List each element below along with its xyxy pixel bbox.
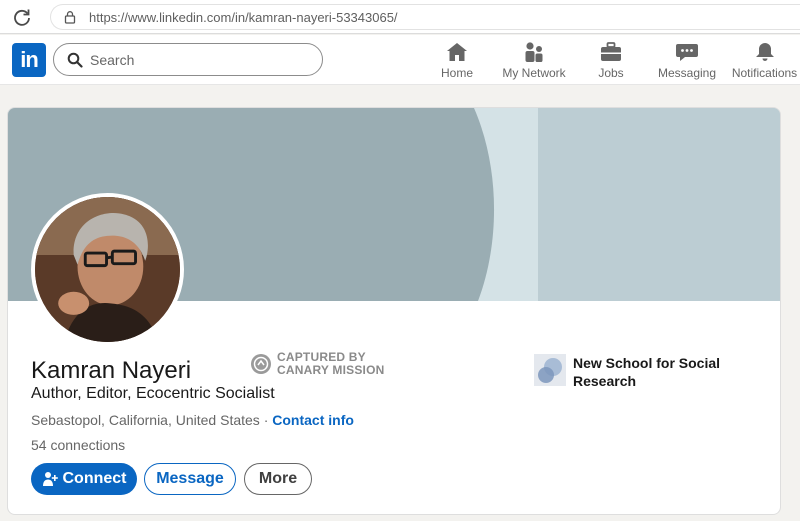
nav-notifications[interactable]: Notifications [729, 39, 800, 83]
search-icon [67, 52, 83, 68]
bell-icon [755, 43, 774, 61]
home-icon [447, 43, 467, 61]
url-text: https://www.linkedin.com/in/kamran-nayer… [89, 10, 398, 25]
lock-icon [64, 11, 76, 24]
contact-info-link[interactable]: Contact info [272, 412, 354, 428]
briefcase-icon [601, 42, 621, 61]
profile-photo-image [35, 197, 180, 342]
nav-my-network[interactable]: My Network [499, 39, 569, 83]
reload-icon[interactable] [12, 7, 32, 27]
messaging-icon [676, 44, 698, 61]
connect-label: Connect [62, 470, 127, 487]
nav-jobs[interactable]: Jobs [591, 39, 631, 83]
connections-count[interactable]: 54 connections [31, 437, 125, 453]
profile-headline: Author, Editor, Ecocentric Socialist [31, 385, 275, 402]
watermark-line-2: CANARY MISSION [277, 363, 385, 377]
nav-home[interactable]: Home [437, 39, 477, 83]
profile-location: Sebastopol, California, United States [31, 412, 260, 428]
separator: · [259, 412, 273, 428]
linkedin-nav: in Home My Network Jobs [0, 35, 800, 85]
connect-button[interactable]: Connect [31, 463, 137, 495]
linkedin-logo[interactable]: in [12, 43, 46, 77]
nav-notifications-label: Notifications [731, 66, 798, 80]
my-network-icon [525, 42, 543, 62]
organization-logo [534, 354, 566, 386]
search-box[interactable] [53, 43, 323, 76]
add-person-icon [42, 472, 58, 486]
profile-name: Kamran Nayeri [31, 357, 192, 384]
nav-messaging[interactable]: Messaging [655, 39, 719, 83]
seal-icon [251, 354, 271, 374]
profile-card: CAPTURED BY CANARY MISSION Kamran Nayeri… [7, 107, 781, 515]
organization[interactable]: New School for Social Research [534, 354, 723, 390]
url-field[interactable]: https://www.linkedin.com/in/kamran-nayer… [50, 4, 800, 30]
profile-location-line: Sebastopol, California, United States · … [31, 412, 354, 428]
profile-photo[interactable] [31, 193, 184, 346]
message-button[interactable]: Message [144, 463, 236, 495]
nav-jobs-label: Jobs [598, 66, 624, 80]
more-button[interactable]: More [244, 463, 312, 495]
nav-messaging-label: Messaging [657, 66, 717, 80]
nav-my-network-label: My Network [502, 66, 566, 80]
search-input[interactable] [90, 50, 310, 70]
nav-home-label: Home [440, 66, 473, 80]
browser-address-bar: https://www.linkedin.com/in/kamran-nayer… [0, 0, 800, 34]
organization-name: New School for Social Research [573, 355, 721, 389]
captured-watermark: CAPTURED BY CANARY MISSION [250, 349, 384, 379]
